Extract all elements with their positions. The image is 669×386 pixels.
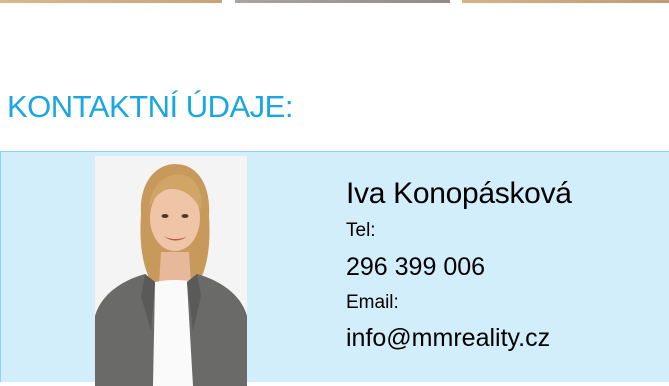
email-link[interactable]: info@mmreality.cz bbox=[346, 324, 550, 353]
agent-photo bbox=[95, 156, 247, 386]
contact-section-heading: KONTAKTNÍ ÚDAJE: bbox=[7, 89, 293, 124]
agent-name: Iva Konopásková bbox=[346, 177, 572, 210]
phone-number-link[interactable]: 296 399 006 bbox=[346, 253, 485, 282]
email-label: Email: bbox=[346, 292, 399, 313]
gallery-strip bbox=[0, 0, 669, 3]
contact-card: Iva Konopásková Tel: 296 399 006 Email: … bbox=[0, 151, 669, 386]
gallery-thumbnail[interactable] bbox=[235, 0, 450, 3]
agent-portrait-icon bbox=[95, 156, 247, 386]
gallery-thumbnail[interactable] bbox=[462, 0, 669, 3]
gallery-thumbnail[interactable] bbox=[0, 0, 222, 3]
phone-label: Tel: bbox=[346, 220, 376, 241]
